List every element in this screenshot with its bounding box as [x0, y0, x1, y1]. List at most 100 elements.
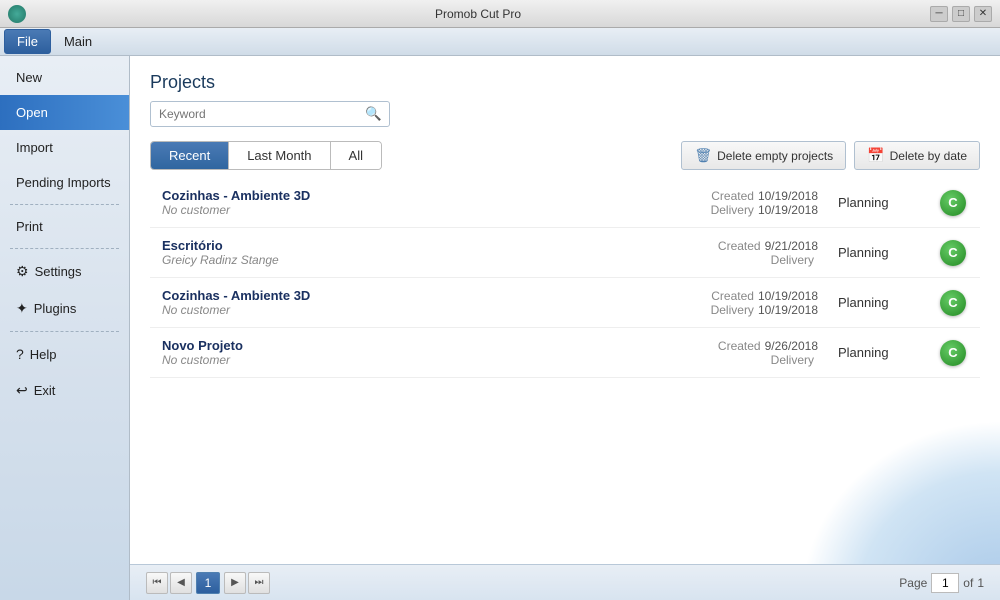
sidebar-item-new[interactable]: New — [0, 60, 129, 95]
status-circle: C — [940, 340, 966, 366]
pagination-controls: ⏮ ◀ 1 ▶ ⏭ — [146, 572, 270, 594]
sidebar-label-print: Print — [16, 219, 43, 234]
delivery-label: Delivery — [711, 303, 754, 317]
delivery-label: Delivery — [711, 203, 754, 217]
close-button[interactable]: ✕ — [974, 6, 992, 22]
project-name: Cozinhas - Ambiente 3D — [162, 288, 678, 303]
project-info: Escritório Greicy Radinz Stange — [162, 238, 678, 267]
prev-page-button[interactable]: ◀ — [170, 572, 192, 594]
delete-empty-icon: 🗑 — [694, 147, 712, 164]
table-row[interactable]: Escritório Greicy Radinz Stange Created … — [150, 228, 980, 278]
content-header: Projects — [130, 56, 1000, 101]
created-date: 10/19/2018 — [758, 189, 818, 203]
page-info: Page of 1 — [899, 573, 984, 593]
created-label: Created — [718, 339, 761, 353]
project-dates: Created 9/21/2018 Delivery — [678, 239, 838, 267]
project-info: Cozinhas - Ambiente 3D No customer — [162, 288, 678, 317]
created-label: Created — [711, 189, 754, 203]
sidebar-label-open: Open — [16, 105, 48, 120]
status-circle: C — [940, 290, 966, 316]
sidebar-label-exit: Exit — [34, 383, 56, 398]
sidebar-label-import: Import — [16, 140, 53, 155]
sidebar-item-plugins[interactable]: ✦ Plugins — [0, 290, 129, 327]
search-row: 🔍 — [130, 101, 1000, 137]
sidebar-item-help[interactable]: ? Help — [0, 336, 129, 372]
project-dates: Created 10/19/2018 Delivery 10/19/2018 — [678, 289, 838, 317]
created-date: 9/26/2018 — [765, 339, 818, 353]
sidebar-item-pending-imports[interactable]: Pending Imports — [0, 165, 129, 200]
sidebar-label-settings: Settings — [35, 264, 82, 279]
next-page-button[interactable]: ▶ — [224, 572, 246, 594]
project-status: Planning — [838, 345, 938, 360]
project-customer: No customer — [162, 203, 678, 217]
sidebar: New Open Import Pending Imports Print ⚙ … — [0, 56, 130, 600]
search-box: 🔍 — [150, 101, 390, 127]
app-logo — [8, 5, 26, 23]
sidebar-item-open[interactable]: Open — [0, 95, 129, 130]
tab-recent[interactable]: Recent — [151, 142, 229, 169]
search-button[interactable]: 🔍 — [358, 102, 389, 126]
project-status: Planning — [838, 245, 938, 260]
page-label: Page — [899, 576, 927, 590]
puzzle-icon: ✦ — [16, 300, 28, 317]
sidebar-item-import[interactable]: Import — [0, 130, 129, 165]
page-title: Projects — [150, 72, 980, 93]
project-customer: No customer — [162, 353, 678, 367]
project-status: Planning — [838, 295, 938, 310]
sidebar-item-settings[interactable]: ⚙ Settings — [0, 253, 129, 290]
tab-all[interactable]: All — [331, 142, 381, 169]
minimize-button[interactable]: ─ — [930, 6, 948, 22]
table-row[interactable]: Cozinhas - Ambiente 3D No customer Creat… — [150, 178, 980, 228]
search-input[interactable] — [151, 102, 358, 126]
project-dates: Created 10/19/2018 Delivery 10/19/2018 — [678, 189, 838, 217]
maximize-button[interactable]: □ — [952, 6, 970, 22]
delivery-label: Delivery — [771, 253, 814, 267]
sidebar-label-help: Help — [30, 347, 57, 362]
tabs-row: Recent Last Month All 🗑 Delete empty pro… — [130, 137, 1000, 174]
project-info: Cozinhas - Ambiente 3D No customer — [162, 188, 678, 217]
project-name: Novo Projeto — [162, 338, 678, 353]
content-area: Projects 🔍 Recent Last Month A — [130, 56, 1000, 600]
page-number-input[interactable] — [931, 573, 959, 593]
total-pages: 1 — [977, 576, 984, 590]
status-circle: C — [940, 240, 966, 266]
filter-tabs: Recent Last Month All — [150, 141, 382, 170]
project-status: Planning — [838, 195, 938, 210]
exit-icon: ↩ — [16, 382, 28, 399]
created-label: Created — [718, 239, 761, 253]
status-icon-2: C — [938, 290, 968, 316]
pagination-bar: ⏮ ◀ 1 ▶ ⏭ Page of 1 — [130, 564, 1000, 600]
sidebar-divider-1 — [10, 204, 119, 205]
delivery-date: 10/19/2018 — [758, 203, 818, 217]
delete-by-date-button[interactable]: 📅 Delete by date — [854, 141, 980, 170]
projects-table: Cozinhas - Ambiente 3D No customer Creat… — [130, 174, 1000, 564]
status-icon-3: C — [938, 340, 968, 366]
first-page-button[interactable]: ⏮ — [146, 572, 168, 594]
sidebar-item-print[interactable]: Print — [0, 209, 129, 244]
created-date: 9/21/2018 — [765, 239, 818, 253]
question-icon: ? — [16, 346, 24, 362]
sidebar-divider-2 — [10, 248, 119, 249]
delivery-date: 10/19/2018 — [758, 303, 818, 317]
calendar-icon: 📅 — [867, 147, 884, 164]
titlebar: Promob Cut Pro ─ □ ✕ — [0, 0, 1000, 28]
menu-file[interactable]: File — [4, 29, 51, 54]
table-row[interactable]: Cozinhas - Ambiente 3D No customer Creat… — [150, 278, 980, 328]
last-page-button[interactable]: ⏭ — [248, 572, 270, 594]
project-customer: Greicy Radinz Stange — [162, 253, 678, 267]
created-date: 10/19/2018 — [758, 289, 818, 303]
sidebar-item-exit[interactable]: ↩ Exit — [0, 372, 129, 409]
delete-empty-button[interactable]: 🗑 Delete empty projects — [681, 141, 846, 170]
of-label: of — [963, 576, 973, 590]
table-row[interactable]: Novo Projeto No customer Created 9/26/20… — [150, 328, 980, 378]
window-controls: ─ □ ✕ — [930, 6, 992, 22]
delivery-label: Delivery — [771, 353, 814, 367]
gear-icon: ⚙ — [16, 263, 29, 280]
project-dates: Created 9/26/2018 Delivery — [678, 339, 838, 367]
project-name: Escritório — [162, 238, 678, 253]
project-info: Novo Projeto No customer — [162, 338, 678, 367]
created-label: Created — [711, 289, 754, 303]
tab-last-month[interactable]: Last Month — [229, 142, 330, 169]
menubar: File Main — [0, 28, 1000, 56]
menu-main[interactable]: Main — [51, 29, 105, 54]
